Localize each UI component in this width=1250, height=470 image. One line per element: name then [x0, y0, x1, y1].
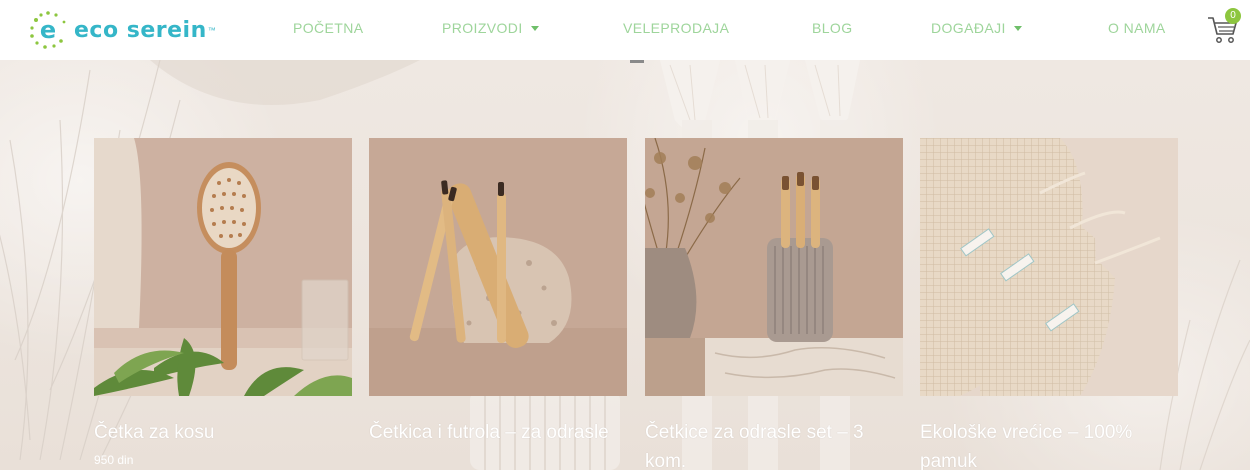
brand-trademark: ™: [207, 25, 216, 35]
nav-item-label: O NAMA: [1108, 20, 1166, 36]
brand-logo[interactable]: e eco serein ™: [28, 10, 216, 50]
product-image[interactable]: [645, 138, 903, 396]
nav-item-o-nama[interactable]: O NAMA: [1108, 20, 1166, 36]
product-image[interactable]: [920, 138, 1178, 396]
toothbrush-set-image: [645, 138, 903, 396]
nav-item-label: DOGAĐAJI: [931, 20, 1006, 36]
product-card[interactable]: Četkica i futrola – za odrasle: [369, 138, 627, 453]
product-card[interactable]: Četka za kosu 950 din: [94, 138, 352, 467]
product-name[interactable]: Četka za kosu: [94, 418, 352, 447]
nav-item-label: PROIZVODI: [442, 20, 523, 36]
nav-item-label: VELEPRODAJA: [623, 20, 730, 36]
nav-item-dogadaji[interactable]: DOGAĐAJI: [931, 20, 1022, 36]
cart-count-badge: 0: [1225, 8, 1241, 24]
nav-item-label: POČETNA: [293, 20, 364, 36]
logo-mark-icon: e: [30, 11, 66, 49]
product-card[interactable]: Ekološke vrećice – 100% pamuk: [920, 138, 1178, 470]
nav-item-blog[interactable]: BLOG: [812, 20, 853, 36]
svg-text:e: e: [40, 16, 56, 44]
chevron-down-icon: [1013, 25, 1022, 31]
chevron-down-icon: [530, 25, 539, 31]
hairbrush-image: [94, 138, 352, 396]
product-image[interactable]: [94, 138, 352, 396]
product-name[interactable]: Ekološke vrećice – 100% pamuk: [920, 418, 1178, 470]
product-image[interactable]: [369, 138, 627, 396]
nav-item-veleprodaja[interactable]: VELEPRODAJA: [623, 20, 729, 36]
nav-item-proizvodi[interactable]: PROIZVODI: [442, 20, 539, 36]
product-card[interactable]: Četkice za odrasle set – 3 kom.: [645, 138, 903, 470]
product-name[interactable]: Četkice za odrasle set – 3 kom.: [645, 418, 903, 470]
slider-indicator: [630, 60, 644, 63]
toothbrush-case-image: [369, 138, 627, 396]
product-name[interactable]: Četkica i futrola – za odrasle: [369, 418, 627, 447]
nav-item-pocetna[interactable]: POČETNA: [293, 20, 363, 36]
cotton-bags-image: [920, 138, 1178, 396]
site-header: e eco serein ™ POČETNA PROIZVODI VELEPRO…: [0, 0, 1250, 60]
brand-name: eco serein: [74, 17, 207, 43]
product-price: 950 din: [94, 453, 134, 467]
nav-item-label: BLOG: [812, 20, 853, 36]
